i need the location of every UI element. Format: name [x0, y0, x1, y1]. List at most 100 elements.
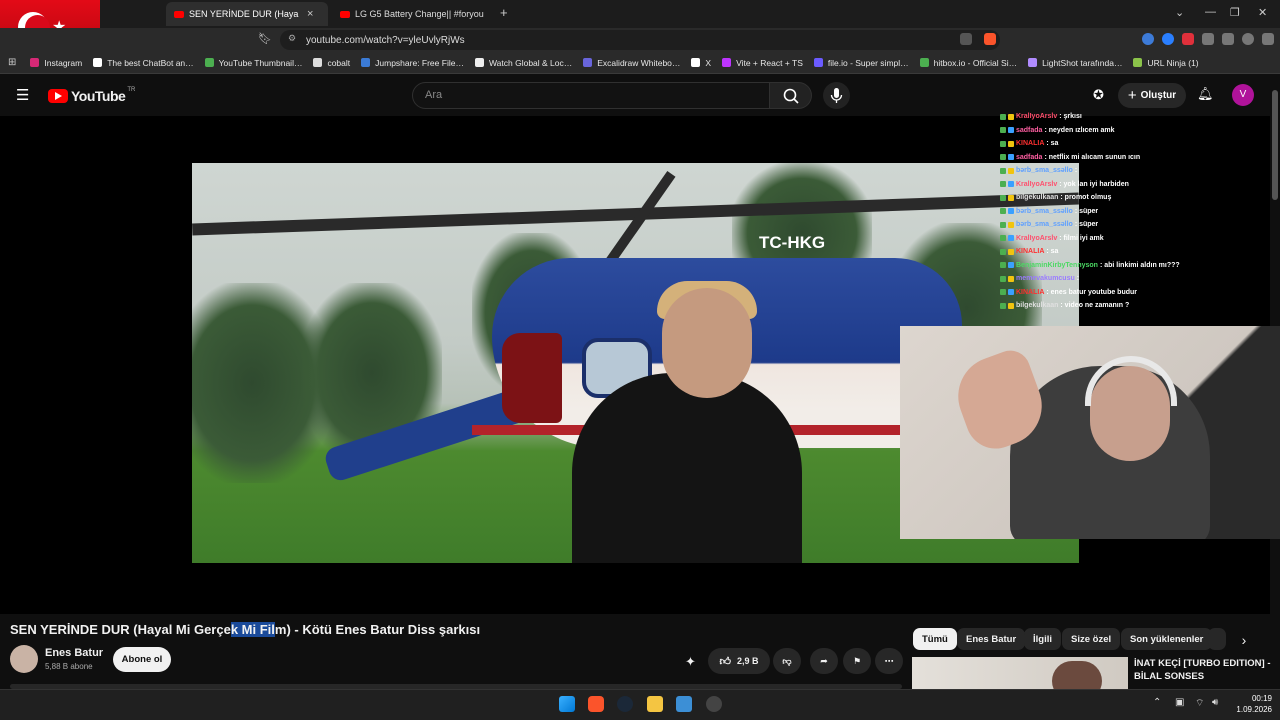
tray-expand-icon[interactable]: ⌃ — [1153, 697, 1161, 708]
settings-gear-icon[interactable] — [706, 696, 722, 712]
chip-all[interactable]: Tümü — [913, 628, 957, 650]
site-info-icon[interactable]: ⚙ — [288, 33, 296, 44]
recommended-title[interactable]: İNAT KEÇİ [TURBO EDITION] - BİLAL SONSES — [1134, 657, 1274, 683]
extension-icon[interactable] — [1222, 33, 1234, 45]
bookmark-item[interactable]: YouTube Thumbnail… — [204, 58, 302, 68]
chat-badge-icon — [1000, 208, 1006, 215]
chat-username: KINALIA — [1016, 140, 1045, 147]
brave-browser-icon[interactable] — [588, 696, 604, 712]
youtube-logo[interactable]: YouTube TR — [48, 87, 135, 104]
dislike-button[interactable]: 👎︎ — [773, 648, 801, 674]
lightshot-icon — [1028, 58, 1038, 67]
windows-start-icon[interactable] — [559, 696, 575, 712]
extension-icon[interactable] — [1162, 33, 1174, 45]
video-title: SEN YERİNDE DUR (Hayal Mi Gerçek Mi Film… — [10, 622, 481, 637]
chip-recent[interactable]: Son yüklenenler — [1121, 628, 1213, 650]
tab-search-icon[interactable]: ⌄ — [1175, 6, 1184, 19]
close-tab-icon[interactable]: × — [307, 8, 313, 20]
bookmark-icon[interactable]: 🔖︎ — [258, 32, 272, 45]
page-scrollbar[interactable] — [1272, 90, 1278, 200]
file-explorer-icon[interactable] — [647, 696, 663, 712]
bookmark-item[interactable]: X — [691, 58, 711, 68]
url-text: youtube.com/watch?v=yleUvlyRjWs — [306, 34, 465, 46]
minimize-icon[interactable]: — — [1205, 6, 1216, 18]
subscribe-button[interactable]: Abone ol — [113, 647, 171, 672]
chat-username: KINALIA — [1016, 248, 1045, 255]
close-window-icon[interactable]: ✕ — [1258, 6, 1267, 19]
chat-text: : neyden ızlıcem amk — [1044, 126, 1115, 134]
bookmark-item[interactable]: Vite + React + TS — [722, 58, 803, 68]
chat-text: : süper — [1074, 207, 1099, 215]
chat-badge-icon — [1008, 181, 1014, 188]
volume-icon[interactable]: 🔊︎ — [1212, 697, 1218, 708]
channel-name[interactable]: Enes Batur — [45, 647, 103, 659]
maximize-icon[interactable]: ❐ — [1230, 6, 1240, 19]
system-clock[interactable]: 00:19 1.09.2026 — [1230, 693, 1272, 715]
create-button[interactable]: + Oluştur — [1118, 83, 1186, 108]
bookmark-item[interactable]: LightShot tarafında… — [1028, 58, 1122, 68]
share-button[interactable]: ➦ — [810, 648, 838, 674]
bookmark-item[interactable]: The best ChatBot an… — [93, 58, 194, 68]
cast-icon[interactable] — [960, 33, 972, 45]
search-button[interactable] — [770, 82, 812, 109]
vpn-icon[interactable] — [1242, 33, 1254, 45]
channel-avatar[interactable] — [10, 645, 38, 673]
bookmark-item[interactable]: Watch Global & Loc… — [474, 58, 572, 68]
chip-related[interactable]: İlgili — [1024, 628, 1061, 650]
chat-badge-icon — [1008, 262, 1014, 269]
premium-badge-icon[interactable]: ✪ — [1093, 87, 1104, 103]
chat-badge-icon — [1000, 262, 1006, 269]
thumbs-down-icon: 👎︎ — [782, 655, 792, 666]
bookmark-item[interactable]: hitbox.io - Official Si… — [919, 58, 1017, 68]
chat-username: bərb_sma_ssəllo — [1016, 221, 1073, 228]
bookmark-item[interactable]: URL Ninja (1) — [1133, 58, 1199, 68]
bookmark-item[interactable]: file.io - Super simpl… — [813, 58, 909, 68]
chat-text: : netflix mi alıcam sunun ıcın — [1044, 153, 1141, 161]
tab-lg-battery[interactable]: LG G5 Battery Change|| #foryou #tec… — [332, 2, 492, 26]
chat-username: KralIyoArslv — [1016, 180, 1058, 188]
jumpshare-icon — [361, 58, 371, 67]
watch-icon — [474, 58, 484, 67]
recommended-thumbnail[interactable] — [912, 657, 1128, 689]
hamburger-menu-icon[interactable]: ☰ — [16, 86, 29, 104]
voice-search-button[interactable] — [823, 82, 850, 109]
youtube-favicon-icon — [340, 10, 350, 18]
bookmark-item[interactable]: cobalt — [313, 58, 350, 68]
app-tray-icon[interactable]: ▣ — [1175, 697, 1184, 708]
chat-badge-icon — [1008, 140, 1014, 147]
app-icon[interactable] — [676, 696, 692, 712]
menu-icon[interactable] — [1262, 33, 1274, 45]
bookmark-item[interactable]: Instagram — [30, 58, 82, 68]
bookmark-item[interactable]: Jumpshare: Free File… — [361, 58, 464, 68]
chat-badge-icon — [1000, 194, 1006, 201]
network-icon[interactable]: ⌔ — [1195, 697, 1204, 710]
subscriber-count: 5,88 B abone — [45, 662, 93, 671]
extension-icon[interactable] — [1182, 33, 1194, 45]
account-avatar[interactable]: V — [1232, 84, 1254, 106]
notifications-bell-icon[interactable]: 🔔︎ — [1197, 86, 1214, 102]
search-input[interactable]: Ara — [412, 82, 770, 109]
puzzle-icon[interactable] — [1202, 33, 1214, 45]
apps-grid-icon[interactable]: ⊞ — [8, 57, 16, 68]
chips-next-icon[interactable]: › — [1230, 628, 1258, 652]
chat-text: : promot olmuş — [1060, 194, 1112, 201]
chat-text: : enes batur youtube budur — [1046, 288, 1138, 296]
thumbnail-icon — [204, 58, 214, 67]
ask-ai-icon[interactable]: ✦ — [685, 654, 696, 670]
brave-shield-icon[interactable] — [984, 33, 996, 45]
bookmark-item[interactable]: Excalidraw Whitebo… — [583, 58, 680, 68]
chip-for-you[interactable]: Size özel — [1062, 628, 1121, 650]
chat-message: bərb_sma_ssəllo: süper — [1000, 205, 1270, 219]
like-button[interactable]: 👍︎ 2,9 B — [708, 648, 770, 674]
tab-youtube-video[interactable]: SEN YERİNDE DUR (Hayal Mi Ger… × — [166, 2, 328, 26]
new-tab-button[interactable]: + — [500, 5, 508, 20]
save-button[interactable]: ⚑ — [843, 648, 871, 674]
url-bar[interactable]: ⚙ youtube.com/watch?v=yleUvlyRjWs — [280, 30, 1000, 50]
steam-icon[interactable] — [617, 696, 633, 712]
chip-more[interactable] — [1208, 628, 1226, 650]
chip-enes-batur[interactable]: Enes Batur — [957, 628, 1026, 650]
chat-badge-icon — [1008, 248, 1014, 255]
youtube-favicon-icon — [174, 10, 184, 18]
more-actions-button[interactable]: ⋯ — [875, 648, 903, 674]
extension-icon[interactable] — [1142, 33, 1154, 45]
